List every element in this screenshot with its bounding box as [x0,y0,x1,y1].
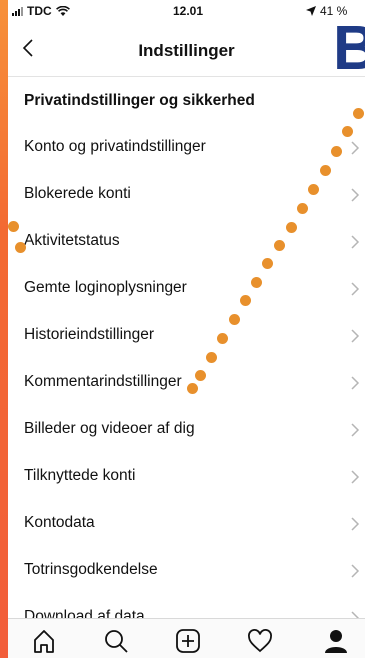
chevron-right-icon [351,376,360,390]
decorative-dot [206,352,217,363]
chevron-right-icon [351,329,360,343]
settings-row-totrins[interactable]: Totrinsgodkendelse [8,548,365,595]
row-label: Totrinsgodkendelse [24,561,158,578]
row-label: Kommentarindstillinger [24,373,182,390]
settings-row-kontodata[interactable]: Kontodata [8,501,365,548]
decorative-dot [342,126,353,137]
heart-icon[interactable] [246,627,274,655]
chevron-right-icon [351,141,360,155]
row-label: Konto og privatindstillinger [24,138,206,155]
settings-row-kommentar[interactable]: Kommentarindstillinger [8,360,365,407]
nav-header: Indstillinger [8,22,365,77]
tab-bar [8,618,365,658]
settings-row-billeder[interactable]: Billeder og videoer af dig [8,407,365,454]
wifi-icon [55,5,70,16]
chevron-right-icon [351,423,360,437]
carrier-label: TDC [27,4,52,18]
add-post-icon[interactable] [174,627,202,655]
row-label: Historieindstillinger [24,326,155,343]
row-label: Billeder og videoer af dig [24,420,195,437]
decorative-dot [286,222,297,233]
settings-row-tilknyttede[interactable]: Tilknyttede konti [8,454,365,501]
home-icon[interactable] [30,627,58,655]
status-bar: TDC 12.01 41 % [8,0,365,22]
phone-screen: TDC 12.01 41 % Indstillinger Privatindst… [8,0,365,658]
decorative-dot [331,146,342,157]
chevron-right-icon [351,282,360,296]
location-arrow-icon [306,6,316,16]
decorative-dot [195,370,206,381]
profile-icon[interactable] [322,627,350,655]
decorative-dot [353,108,364,119]
decorative-dot [308,184,319,195]
settings-row-konto[interactable]: Konto og privatindstillinger [8,125,365,172]
row-label: Aktivitetstatus [24,232,120,249]
decorative-dot [8,221,19,232]
chevron-right-icon [351,517,360,531]
settings-row-aktivitet[interactable]: Aktivitetstatus [8,219,365,266]
decorative-dot [251,277,262,288]
decorative-dot [274,240,285,251]
row-label: Blokerede konti [24,185,131,202]
row-label: Tilknyttede konti [24,467,136,484]
chevron-right-icon [351,470,360,484]
status-left: TDC [12,4,70,18]
settings-row-blokerede[interactable]: Blokerede konti [8,172,365,219]
chevron-right-icon [351,564,360,578]
page-title: Indstillinger [138,41,235,60]
decorative-dot [297,203,308,214]
decorative-letter: B [333,14,365,83]
decorative-dot [15,242,26,253]
decorative-dot [262,258,273,269]
chevron-right-icon [351,235,360,249]
row-label: Kontodata [24,514,95,531]
settings-row-gemte[interactable]: Gemte loginoplysninger [8,266,365,313]
status-time: 12.01 [173,4,204,18]
settings-row-historie[interactable]: Historieindstillinger [8,313,365,360]
decorative-dot [229,314,240,325]
search-icon[interactable] [102,627,130,655]
decorative-dot [187,383,198,394]
decorative-dot [240,295,251,306]
chevron-right-icon [351,188,360,202]
signal-icon [12,6,23,16]
row-label: Gemte loginoplysninger [24,279,187,296]
decorative-dot [217,333,228,344]
section-title: Privatindstillinger og sikkerhed [24,92,255,109]
decorative-dot [320,165,331,176]
